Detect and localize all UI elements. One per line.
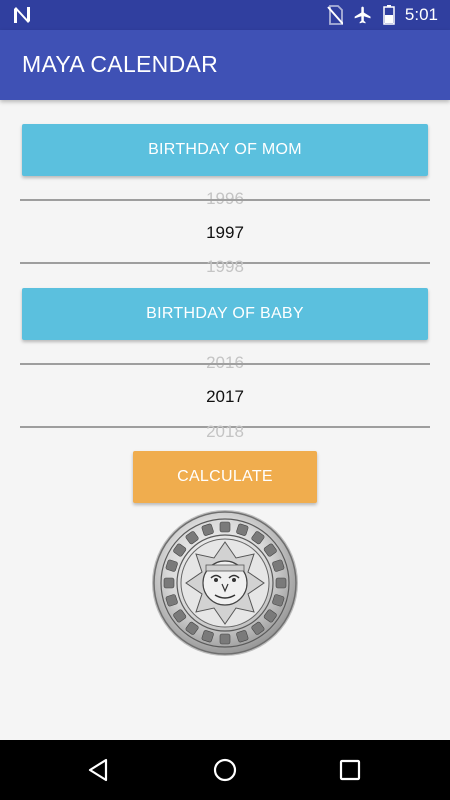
baby-year-selected[interactable]: 2017 [20, 387, 430, 407]
picker-divider [20, 199, 430, 201]
back-icon[interactable] [84, 755, 114, 785]
maya-calendar-image [152, 510, 298, 656]
app-title: MAYA CALENDAR [22, 51, 219, 77]
mom-year-selected[interactable]: 1997 [20, 223, 430, 243]
navigation-bar [0, 740, 450, 800]
mom-year-next[interactable]: 1998 [20, 257, 430, 277]
birthday-of-mom-button[interactable]: BIRTHDAY OF MOM [22, 124, 428, 176]
medallion-glyph [163, 577, 175, 589]
mom-year-picker[interactable]: 1996 1997 1998 [20, 185, 430, 277]
recents-icon[interactable] [335, 755, 365, 785]
baby-year-next[interactable]: 2018 [20, 422, 430, 442]
baby-year-picker[interactable]: 2016 2017 2018 [20, 349, 430, 441]
app-bar: MAYA CALENDAR [0, 30, 450, 100]
status-time: 5:01 [404, 5, 438, 24]
medallion-glyph [219, 633, 231, 645]
medallion-glyph [275, 577, 287, 589]
birthday-of-baby-button[interactable]: BIRTHDAY OF BABY [22, 288, 428, 340]
picker-divider [20, 363, 430, 365]
airplane-mode-icon [354, 6, 371, 24]
battery-icon [383, 5, 395, 25]
medallion-glyph [219, 521, 231, 533]
status-bar: 5:01 [0, 0, 450, 30]
n-notification-icon [14, 7, 30, 23]
home-icon[interactable] [210, 755, 240, 785]
calculate-button[interactable]: CALCULATE [133, 451, 317, 503]
no-sim-icon [327, 5, 343, 25]
